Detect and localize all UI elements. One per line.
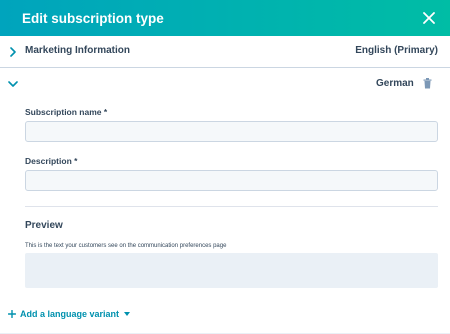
section-row-marketing-information[interactable]: Marketing Information English (Primary) (0, 36, 450, 68)
close-button[interactable] (420, 9, 438, 27)
plus-icon (8, 310, 16, 318)
subscription-name-label: Subscription name * (25, 107, 108, 117)
chevron-right-icon[interactable] (9, 47, 17, 57)
caret-down-icon (124, 312, 131, 316)
modal-header: Edit subscription type (0, 0, 450, 36)
subscription-name-input[interactable] (25, 121, 438, 142)
preview-title: Preview (25, 220, 63, 231)
preview-box (25, 253, 438, 288)
section-language: English (Primary) (355, 45, 438, 56)
divider (25, 206, 438, 207)
close-icon (423, 12, 435, 24)
section-title: Marketing Information (25, 45, 131, 56)
trash-icon[interactable] (423, 78, 432, 89)
add-language-variant-label: Add a language variant (20, 309, 120, 319)
description-label: Description * (25, 156, 78, 166)
chevron-down-icon[interactable] (8, 80, 18, 88)
language-label-german: German (376, 78, 414, 89)
add-language-variant-button[interactable]: Add a language variant (8, 307, 131, 321)
description-input[interactable] (25, 170, 438, 191)
preview-description: This is the text your customers see on t… (25, 243, 227, 249)
modal-title: Edit subscription type (22, 10, 164, 26)
